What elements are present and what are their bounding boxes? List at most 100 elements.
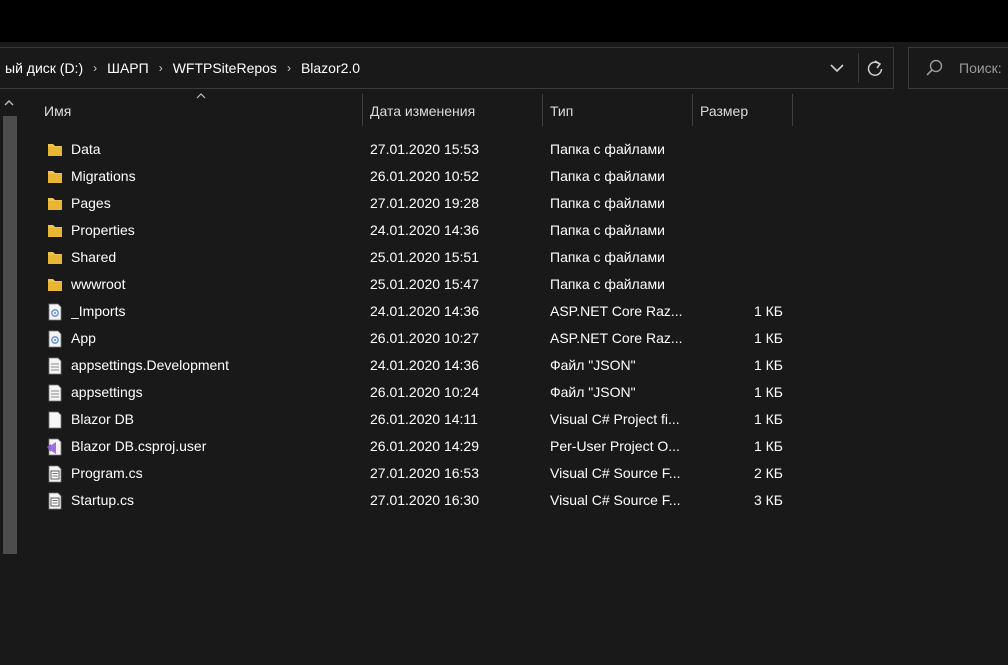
file-date: 26.01.2020 14:29 bbox=[370, 438, 479, 454]
file-date: 26.01.2020 10:24 bbox=[370, 384, 479, 400]
file-row[interactable]: _Imports 24.01.2020 14:36 ASP.NET Core Raz… bbox=[20, 298, 1008, 325]
file-name: appsettings bbox=[71, 384, 143, 400]
breadcrumb-drive[interactable]: ый диск (D:) bbox=[0, 60, 89, 76]
razor-file-icon bbox=[46, 330, 64, 348]
folder-icon bbox=[46, 168, 64, 186]
column-divider[interactable] bbox=[362, 94, 363, 126]
file-row[interactable]: Blazor DB.csproj.user 26.01.2020 14:29 Per… bbox=[20, 433, 1008, 460]
window-titlebar bbox=[0, 0, 1008, 42]
chevron-right-icon[interactable]: › bbox=[89, 61, 101, 75]
column-header-size[interactable]: Размер bbox=[700, 94, 792, 128]
file-date: 27.01.2020 15:53 bbox=[370, 141, 479, 157]
file-row[interactable]: Pages 27.01.2020 19:28 Папка с файлами bbox=[20, 190, 1008, 217]
file-size: 1 КБ bbox=[753, 330, 783, 346]
file-name: Program.cs bbox=[71, 465, 143, 481]
column-header-type[interactable]: Тип bbox=[550, 94, 692, 128]
folder-icon bbox=[46, 276, 64, 294]
file-date: 25.01.2020 15:47 bbox=[370, 276, 479, 292]
file-date: 27.01.2020 16:53 bbox=[370, 465, 479, 481]
file-date: 24.01.2020 14:36 bbox=[370, 357, 479, 373]
breadcrumb-wftpsiterepos[interactable]: WFTPSiteRepos bbox=[167, 60, 283, 76]
file-name: Blazor DB.csproj.user bbox=[71, 438, 207, 454]
file-type: Файл "JSON" bbox=[550, 357, 636, 373]
file-size: 2 КБ bbox=[753, 465, 783, 481]
file-row[interactable]: Blazor DB 26.01.2020 14:11 Visual C# Proje… bbox=[20, 406, 1008, 433]
file-size: 3 КБ bbox=[753, 492, 783, 508]
file-type: ASP.NET Core Raz... bbox=[550, 330, 683, 346]
file-type: Per-User Project O... bbox=[550, 438, 680, 454]
chevron-right-icon[interactable]: › bbox=[283, 61, 295, 75]
breadcrumb-sharp[interactable]: ШАРП bbox=[101, 60, 155, 76]
search-box[interactable]: Поиск: bbox=[908, 47, 1008, 89]
folder-icon bbox=[46, 222, 64, 240]
column-divider[interactable] bbox=[542, 94, 543, 126]
file-row[interactable]: Migrations 26.01.2020 10:52 Папка с файлам… bbox=[20, 163, 1008, 190]
file-size: 1 КБ bbox=[753, 411, 783, 427]
file-size: 1 КБ bbox=[753, 384, 783, 400]
file-date: 24.01.2020 14:36 bbox=[370, 222, 479, 238]
folder-icon bbox=[46, 249, 64, 267]
file-name: Blazor DB bbox=[71, 411, 135, 427]
file-size bbox=[690, 190, 783, 217]
chevron-down-icon[interactable] bbox=[827, 56, 847, 80]
file-row[interactable]: Properties 24.01.2020 14:36 Папка с файлам… bbox=[20, 217, 1008, 244]
file-date: 26.01.2020 14:11 bbox=[370, 411, 478, 427]
file-type: Visual C# Source F... bbox=[550, 492, 681, 508]
file-size bbox=[690, 136, 783, 163]
scroll-up-icon[interactable] bbox=[3, 98, 15, 108]
refresh-icon[interactable] bbox=[862, 56, 888, 80]
razor-file-icon bbox=[46, 303, 64, 321]
file-type: Visual C# Source F... bbox=[550, 465, 681, 481]
file-row[interactable]: appsettings.Development 24.01.2020 14:36 Ф… bbox=[20, 352, 1008, 379]
file-row[interactable]: Startup.cs 27.01.2020 16:30 Visual C# Sour… bbox=[20, 487, 1008, 514]
file-type: ASP.NET Core Raz... bbox=[550, 303, 683, 319]
file-date: 27.01.2020 19:28 bbox=[370, 195, 479, 211]
file-name: Properties bbox=[71, 222, 135, 238]
column-divider[interactable] bbox=[792, 94, 793, 126]
file-row[interactable]: appsettings 26.01.2020 10:24 Файл "JSON" 1 … bbox=[20, 379, 1008, 406]
file-date: 26.01.2020 10:27 bbox=[370, 330, 479, 346]
file-name: wwwroot bbox=[71, 276, 126, 292]
file-size bbox=[690, 244, 783, 271]
breadcrumb-blazor[interactable]: Blazor2.0 bbox=[295, 60, 366, 76]
address-row: ый диск (D:) › ШАРП › WFTPSiteRepos › Bl… bbox=[0, 42, 1008, 92]
file-list: Имя Дата изменения Тип Размер Data 27.01.… bbox=[20, 92, 1008, 665]
file-name: Pages bbox=[71, 195, 111, 211]
folder-icon bbox=[46, 141, 64, 159]
visual-studio-file-icon bbox=[46, 438, 64, 456]
column-header-name[interactable]: Имя bbox=[44, 94, 362, 128]
search-input[interactable]: Поиск: bbox=[959, 60, 1002, 76]
chevron-right-icon[interactable]: › bbox=[155, 61, 167, 75]
file-row[interactable]: Data 27.01.2020 15:53 Папка с файлами bbox=[20, 136, 1008, 163]
column-divider[interactable] bbox=[692, 94, 693, 126]
blank-file-icon bbox=[46, 411, 64, 429]
file-type: Папка с файлами bbox=[550, 276, 665, 292]
file-name: App bbox=[71, 330, 96, 346]
file-name: _Imports bbox=[71, 303, 126, 319]
file-type: Папка с файлами bbox=[550, 195, 665, 211]
file-date: 25.01.2020 15:51 bbox=[370, 249, 479, 265]
text-file-icon bbox=[46, 357, 64, 375]
file-size: 1 КБ bbox=[753, 438, 783, 454]
file-date: 26.01.2020 10:52 bbox=[370, 168, 479, 184]
file-row[interactable]: wwwroot 25.01.2020 15:47 Папка с файлами bbox=[20, 271, 1008, 298]
navigation-scrollbar[interactable] bbox=[3, 116, 17, 554]
text-file-icon bbox=[46, 384, 64, 402]
file-row[interactable]: App 26.01.2020 10:27 ASP.NET Core Raz... 1 … bbox=[20, 325, 1008, 352]
file-type: Папка с файлами bbox=[550, 222, 665, 238]
folder-icon bbox=[46, 195, 64, 213]
code-file-icon bbox=[46, 492, 64, 510]
file-type: Папка с файлами bbox=[550, 249, 665, 265]
column-header-date[interactable]: Дата изменения bbox=[370, 94, 542, 128]
file-name: Data bbox=[71, 141, 101, 157]
address-bar[interactable]: ый диск (D:) › ШАРП › WFTPSiteRepos › Bl… bbox=[0, 47, 894, 89]
file-type: Папка с файлами bbox=[550, 168, 665, 184]
file-name: Migrations bbox=[71, 168, 136, 184]
file-size bbox=[690, 163, 783, 190]
file-name: appsettings.Development bbox=[71, 357, 229, 373]
file-date: 27.01.2020 16:30 bbox=[370, 492, 479, 508]
file-row[interactable]: Shared 25.01.2020 15:51 Папка с файлами bbox=[20, 244, 1008, 271]
file-row[interactable]: Program.cs 27.01.2020 16:53 Visual C# Sour… bbox=[20, 460, 1008, 487]
code-file-icon bbox=[46, 465, 64, 483]
file-size bbox=[690, 271, 783, 298]
